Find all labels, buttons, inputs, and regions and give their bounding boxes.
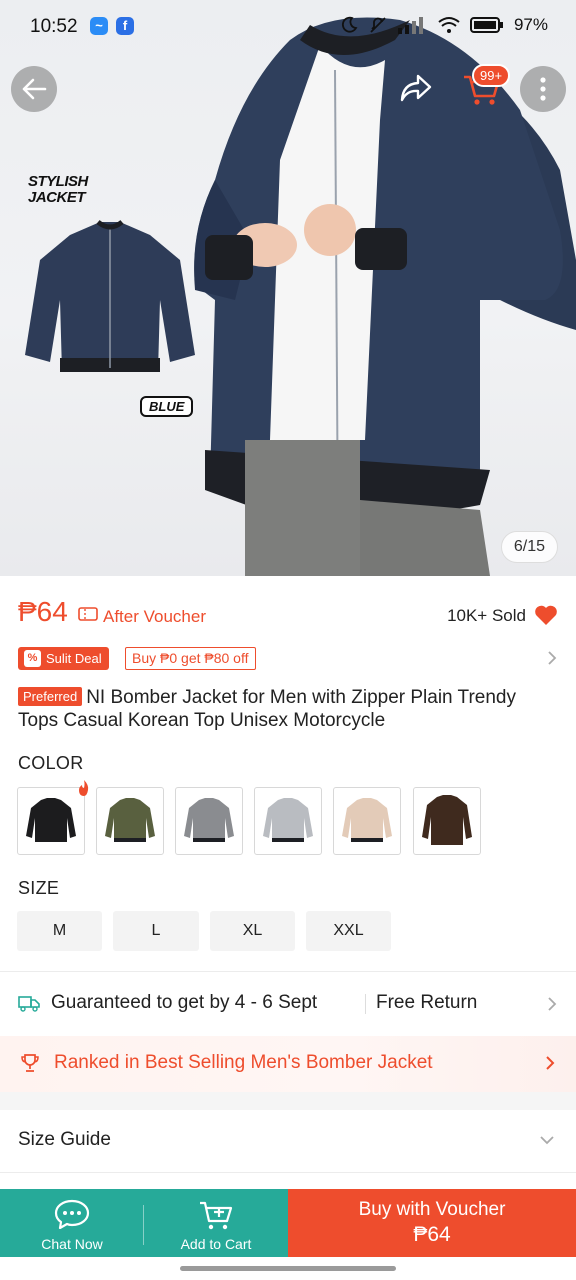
chevron-right-icon [546,1056,555,1070]
buy-with-voucher-label: Buy with Voucher [358,1199,506,1220]
sulit-deal-label: Sulit Deal [46,651,102,666]
jacket-thumbnail [422,795,472,845]
share-icon [400,74,432,102]
voucher-icon [78,607,98,621]
signal-icon [397,17,423,34]
messenger-icon: ~ [90,17,108,35]
product-title: Preferred NI Bomber Jacket for Men with Z… [18,686,558,732]
preferred-badge: Preferred [18,687,83,706]
jacket-thumbnail [342,798,392,842]
back-arrow-icon [22,78,47,100]
chat-icon [54,1199,90,1229]
color-label: COLOR [18,753,84,773]
home-indicator[interactable] [180,1266,396,1271]
section-gap [0,1092,576,1110]
status-bar: 10:52 ~ f 97% [0,0,576,54]
separator [365,994,366,1014]
color-option-brown[interactable] [413,787,481,855]
add-to-cart-label: Add to Cart [180,1236,252,1252]
delivery-guarantee: Guaranteed to get by 4 - 6 Sept [51,992,318,1013]
price: ₱64 [18,596,68,627]
shipping-row[interactable]: Guaranteed to get by 4 - 6 Sept Free Ret… [18,986,558,1022]
chevron-right-icon [548,651,557,665]
overlay-title-line1: STYLISH [28,173,88,190]
size-guide-row[interactable]: Size Guide [0,1110,576,1172]
chat-now-button[interactable]: Chat Now [0,1189,144,1257]
divider [0,971,576,972]
image-counter: 6/15 [500,531,558,563]
fire-icon [79,780,89,796]
back-button[interactable] [11,66,57,112]
share-button[interactable] [398,72,438,112]
chevron-right-icon [548,997,557,1011]
status-icons: 97% [340,15,548,35]
battery-percent: 97% [513,15,548,34]
more-icon [540,77,546,101]
bottom-action-bar: Chat Now Add to Cart Buy with Voucher ₱6… [0,1189,576,1257]
free-return-label: Free Return [376,992,478,1013]
add-to-cart-icon [200,1201,233,1230]
color-option-beige[interactable] [333,787,401,855]
after-voucher-label: After Voucher [103,607,207,626]
moon-icon [341,16,358,33]
battery-icon [469,17,503,33]
color-option-olive[interactable] [96,787,164,855]
jacket-thumbnail [263,798,313,842]
sulit-deal-badge: % Sulit Deal [18,647,109,670]
truck-icon [18,996,40,1012]
heart-icon[interactable] [534,604,558,626]
product-title-text: NI Bomber Jacket for Men with Zipper Pla… [18,687,516,731]
chat-now-label: Chat Now [41,1236,103,1252]
price-row: ₱64 After Voucher 10K+ Sold [18,596,558,632]
overlay-color-tag: BLUE [140,396,194,417]
mute-icon [370,17,386,33]
size-option-xl[interactable]: XL [210,911,295,951]
deal-offer: Buy ₱0 get ₱80 off [125,647,256,670]
cart-count-badge: 99+ [472,64,511,87]
wifi-icon [438,17,460,33]
size-option-xxl[interactable]: XXL [306,911,391,951]
jacket-thumbnail [184,798,234,842]
deal-row[interactable]: % Sulit Deal Buy ₱0 get ₱80 off [18,647,558,671]
facebook-icon: f [116,17,134,35]
overlay-title-line2: JACKET [28,189,86,206]
chevron-down-icon [540,1136,554,1145]
ranking-banner[interactable]: Ranked in Best Selling Men's Bomber Jack… [0,1036,576,1092]
size-option-m[interactable]: M [17,911,102,951]
jacket-thumbnail [105,798,155,842]
overlay-title: STYLISH JACKET [28,174,88,206]
divider [0,1172,576,1173]
ranking-text: Ranked in Best Selling Men's Bomber Jack… [54,1052,433,1073]
trophy-icon [21,1054,39,1072]
product-image-gallery[interactable]: 10:52 ~ f 97% 99+ STYLISH JACKET BLUE 6/… [0,0,576,576]
deal-tag-icon: % [24,650,41,667]
buy-price: ₱64 [413,1223,451,1246]
color-option-light-grey[interactable] [254,787,322,855]
color-option-black[interactable] [17,787,85,855]
status-time: 10:52 [30,16,78,37]
buy-with-voucher-button[interactable]: Buy with Voucher ₱64 [288,1189,576,1257]
more-options-button[interactable] [520,66,566,112]
sold-count: 10K+ Sold [447,606,526,625]
add-to-cart-button[interactable]: Add to Cart [144,1189,288,1257]
size-label: SIZE [18,878,60,898]
jacket-thumbnail [26,798,76,842]
size-option-l[interactable]: L [113,911,199,951]
color-option-grey[interactable] [175,787,243,855]
size-guide-label: Size Guide [18,1129,111,1150]
